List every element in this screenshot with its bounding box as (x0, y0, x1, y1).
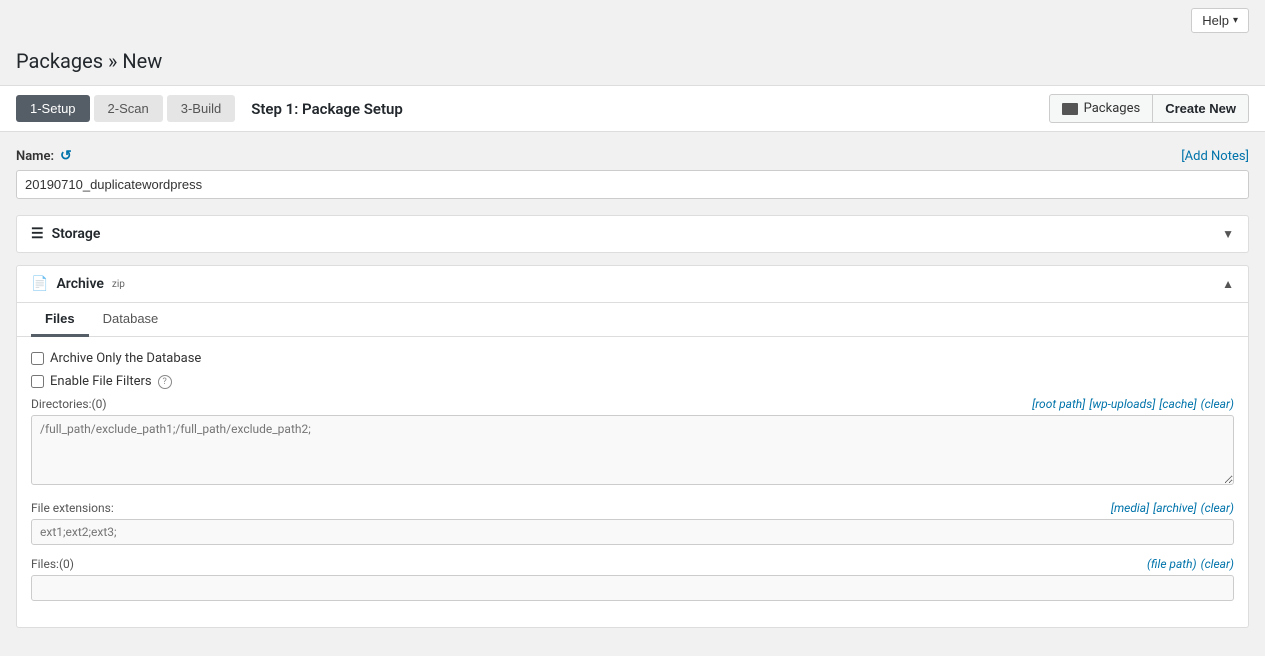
step3-button[interactable]: 3-Build (167, 95, 235, 122)
directories-label: Directories:(0) (31, 397, 107, 411)
header-actions: Packages Create New (1049, 94, 1249, 123)
archive-only-row: Archive Only the Database (31, 351, 1234, 366)
storage-chevron-icon: ▼ (1222, 227, 1234, 241)
zip-badge: zip (112, 279, 125, 290)
top-bar: Help ▾ (0, 0, 1265, 41)
help-label: Help (1202, 13, 1229, 28)
archive-link[interactable]: [archive] (1153, 501, 1196, 515)
archive-header-left: 📄 Archive zip (31, 276, 125, 292)
add-notes-link[interactable]: [Add Notes] (1181, 149, 1249, 164)
tab-files[interactable]: Files (31, 303, 89, 337)
storage-panel: ☰ Storage ▼ (16, 215, 1249, 253)
name-label-row: Name: ↺ [Add Notes] (16, 148, 1249, 164)
media-link[interactable]: [media] (1111, 501, 1149, 515)
step1-button[interactable]: 1-Setup (16, 95, 90, 122)
files-label: Files:(0) (31, 557, 74, 571)
files-field: Files:(0) (file path) (clear) (31, 557, 1234, 601)
page-title: Packages » New (0, 41, 1265, 85)
archive-title: Archive (56, 276, 103, 292)
name-input[interactable] (16, 170, 1249, 199)
archive-only-label: Archive Only the Database (50, 351, 201, 366)
file-extensions-label: File extensions: (31, 501, 114, 515)
file-extensions-field: File extensions: [media] [archive] (clea… (31, 501, 1234, 545)
packages-icon (1062, 103, 1078, 115)
directories-clear-link[interactable]: (clear) (1201, 397, 1234, 411)
file-path-link[interactable]: (file path) (1147, 557, 1197, 571)
name-section: Name: ↺ [Add Notes] (16, 148, 1249, 199)
file-extensions-links: [media] [archive] (clear) (1111, 501, 1234, 515)
archive-tabs: Files Database (17, 303, 1248, 337)
steps-bar: 1-Setup 2-Scan 3-Build Step 1: Package S… (0, 85, 1265, 132)
packages-button[interactable]: Packages (1049, 94, 1154, 123)
extensions-clear-link[interactable]: (clear) (1201, 501, 1234, 515)
packages-label: Packages (1084, 101, 1141, 116)
files-links: (file path) (clear) (1147, 557, 1234, 571)
storage-title: Storage (52, 226, 101, 242)
directories-textarea[interactable] (31, 415, 1234, 485)
enable-filters-checkbox[interactable] (31, 375, 44, 388)
help-circle-icon[interactable]: ? (158, 375, 172, 389)
wp-uploads-link[interactable]: [wp-uploads] (1089, 397, 1155, 411)
enable-filters-label: Enable File Filters (50, 374, 152, 389)
root-path-link[interactable]: [root path] (1032, 397, 1085, 411)
directories-field: Directories:(0) [root path] [wp-uploads]… (31, 397, 1234, 489)
archive-header[interactable]: 📄 Archive zip ▲ (17, 266, 1248, 302)
name-label-left: Name: ↺ (16, 148, 72, 164)
cache-link[interactable]: [cache] (1159, 397, 1196, 411)
step2-button[interactable]: 2-Scan (94, 95, 163, 122)
tab-database[interactable]: Database (89, 303, 173, 337)
archive-only-checkbox[interactable] (31, 352, 44, 365)
directories-links: [root path] [wp-uploads] [cache] (clear) (1032, 397, 1234, 411)
archive-body: Files Database Archive Only the Database… (17, 302, 1248, 627)
files-input[interactable] (31, 575, 1234, 601)
enable-filters-row: Enable File Filters ? (31, 374, 1234, 389)
archive-chevron-icon: ▲ (1222, 277, 1234, 291)
file-extensions-label-row: File extensions: [media] [archive] (clea… (31, 501, 1234, 515)
directories-label-row: Directories:(0) [root path] [wp-uploads]… (31, 397, 1234, 411)
archive-panel: 📄 Archive zip ▲ Files Database Archive O… (16, 265, 1249, 628)
storage-icon: ☰ (31, 226, 44, 242)
help-chevron-icon: ▾ (1233, 15, 1238, 26)
storage-header-left: ☰ Storage (31, 226, 100, 242)
create-new-button[interactable]: Create New (1153, 94, 1249, 123)
files-clear-link[interactable]: (clear) (1201, 557, 1234, 571)
name-field-label: Name: (16, 149, 54, 164)
content-area: Name: ↺ [Add Notes] ☰ Storage ▼ 📄 Archiv… (0, 132, 1265, 656)
archive-icon: 📄 (31, 276, 48, 292)
current-step-label: Step 1: Package Setup (251, 100, 1048, 118)
storage-header[interactable]: ☰ Storage ▼ (17, 216, 1248, 252)
refresh-icon[interactable]: ↺ (60, 148, 72, 164)
file-extensions-input[interactable] (31, 519, 1234, 545)
files-label-row: Files:(0) (file path) (clear) (31, 557, 1234, 571)
help-button[interactable]: Help ▾ (1191, 8, 1249, 33)
archive-files-body: Archive Only the Database Enable File Fi… (17, 337, 1248, 627)
